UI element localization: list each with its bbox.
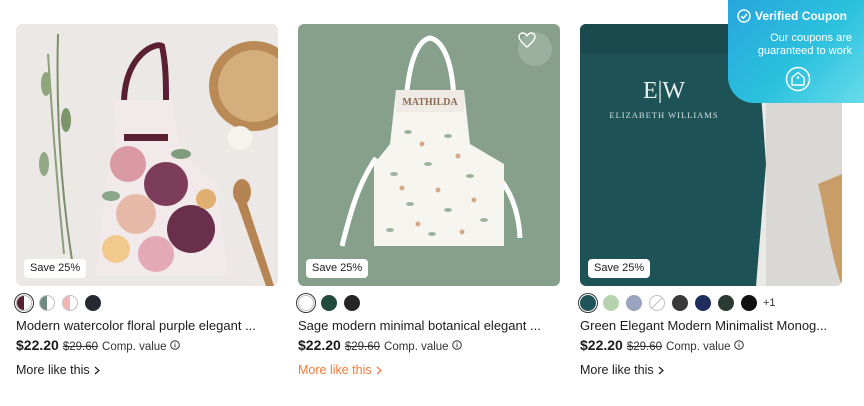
sale-price: $22.20	[580, 337, 623, 353]
coupon-title: Verified Coupon	[755, 9, 848, 23]
product-title[interactable]: Sage modern minimal botanical elegant ..…	[298, 318, 560, 334]
color-swatches	[16, 294, 278, 311]
color-swatches	[298, 294, 560, 311]
swatch-white[interactable]	[298, 294, 314, 311]
product-title[interactable]: Green Elegant Modern Minimalist Monog...	[580, 318, 842, 334]
swatch-green[interactable]	[321, 294, 337, 311]
info-icon[interactable]	[733, 340, 744, 353]
swatch-sage[interactable]	[603, 294, 619, 311]
coupon-tag-icon	[785, 66, 811, 97]
monogram-text: E|W	[643, 78, 685, 104]
apron-name-text: ELIZABETH WILLIAMS	[609, 110, 718, 120]
info-icon[interactable]	[169, 340, 180, 353]
product-image[interactable]: MATHILDA Save 25%	[298, 24, 560, 286]
more-like-this-link[interactable]: More like this	[298, 363, 560, 377]
color-swatches: +1	[580, 294, 842, 311]
comp-value-label: Comp. value	[666, 341, 731, 353]
product-title[interactable]: Modern watercolor floral purple elegant …	[16, 318, 278, 334]
swatch-periwinkle[interactable]	[626, 294, 642, 311]
apron-floral-image	[16, 24, 278, 286]
apron-name-text: MATHILDA	[402, 97, 458, 108]
original-price: $29.60	[626, 341, 663, 353]
sale-price: $22.20	[298, 337, 341, 353]
save-badge: Save 25%	[24, 259, 87, 278]
save-badge: Save 25%	[306, 259, 369, 278]
swatch-black[interactable]	[741, 294, 757, 311]
price-row: $22.20 $29.60 Comp. value	[16, 337, 278, 353]
swatch-pink[interactable]	[62, 294, 78, 311]
swatch-charcoal[interactable]	[672, 294, 688, 311]
more-colors-count[interactable]: +1	[763, 297, 776, 309]
original-price: $29.60	[344, 341, 381, 353]
product-card[interactable]: Save 25% Modern watercolor floral purple…	[16, 24, 278, 377]
more-like-this-label: More like this	[298, 363, 372, 377]
price-row: $22.20 $29.60 Comp. value	[298, 337, 560, 353]
swatch-forest[interactable]	[718, 294, 734, 311]
apron-botanical-image: MATHILDA	[298, 24, 560, 286]
original-price: $29.60	[62, 341, 99, 353]
comp-value-label: Comp. value	[384, 341, 449, 353]
check-circle-icon	[737, 9, 751, 23]
comp-value-label: Comp. value	[102, 341, 167, 353]
more-like-this-link[interactable]: More like this	[16, 363, 278, 377]
verified-coupon-banner[interactable]: Verified Coupon Our coupons are guarante…	[728, 0, 864, 103]
swatch-none[interactable]	[649, 294, 665, 311]
swatch-navy[interactable]	[695, 294, 711, 311]
favorite-button[interactable]	[518, 32, 552, 66]
swatch-purple[interactable]	[16, 294, 32, 311]
coupon-heading: Verified Coupon	[737, 9, 847, 23]
swatch-black[interactable]	[344, 294, 360, 311]
more-like-this-link[interactable]: More like this	[580, 363, 842, 377]
more-like-this-label: More like this	[580, 363, 654, 377]
swatch-green[interactable]	[39, 294, 55, 311]
chevron-right-icon	[376, 366, 382, 374]
swatch-teal[interactable]	[580, 294, 596, 311]
heart-icon	[518, 32, 536, 48]
chevron-right-icon	[658, 366, 664, 374]
product-image[interactable]: Save 25%	[16, 24, 278, 286]
save-badge: Save 25%	[588, 259, 651, 278]
chevron-right-icon	[94, 366, 100, 374]
swatch-dark[interactable]	[85, 294, 101, 311]
product-card[interactable]: MATHILDA Save 25% Sage modern minimal bo…	[298, 24, 560, 377]
info-icon[interactable]	[451, 340, 462, 353]
sale-price: $22.20	[16, 337, 59, 353]
coupon-subtitle: Our coupons are guaranteed to work	[757, 32, 852, 57]
price-row: $22.20 $29.60 Comp. value	[580, 337, 842, 353]
more-like-this-label: More like this	[16, 363, 90, 377]
